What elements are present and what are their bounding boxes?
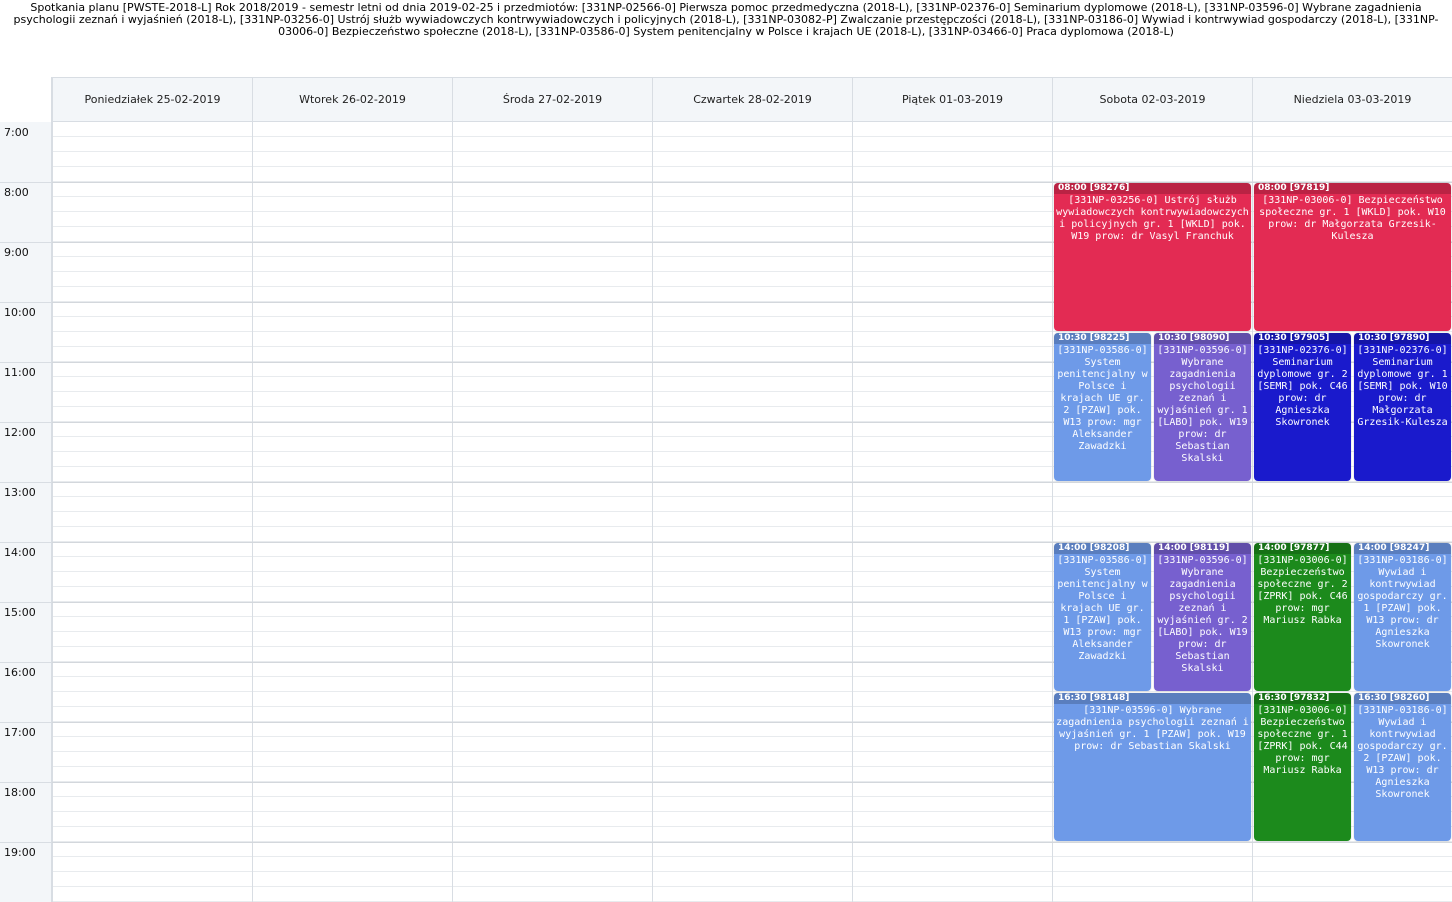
hour-divider [0, 842, 52, 843]
event-block[interactable]: 16:30 [98148] [331NP-03596-0] Wybrane zag… [1054, 693, 1251, 841]
day-header: Piątek 01-03-2019 [852, 77, 1052, 122]
calendar-corner [0, 77, 52, 122]
event-header: 14:00 [98247] [1354, 543, 1451, 554]
hour-divider [0, 782, 52, 783]
event-header: 16:30 [98148] [1054, 693, 1251, 704]
calendar-grid: 7:00 8:00 9:00 10:00 11:00 12:00 13:00 14:00 15:… [0, 122, 1452, 902]
day-header: Sobota 02-03-2019 [1052, 77, 1252, 122]
day-column[interactable] [852, 122, 1052, 902]
event-block[interactable]: 10:30 [98090] [331NP-03596-0] Wybrane zag… [1154, 333, 1251, 481]
day-column[interactable] [52, 122, 252, 902]
hour-divider [0, 602, 52, 603]
event-block[interactable]: 16:30 [97832] [331NP-03006-0] Bezpieczeńs… [1254, 693, 1351, 841]
day-header: Wtorek 26-02-2019 [252, 77, 452, 122]
event-block[interactable]: 10:30 [98225] [331NP-03586-0] System peni… [1054, 333, 1151, 481]
event-header: 14:00 [98208] [1054, 543, 1151, 554]
hour-gridline [52, 482, 1452, 483]
hour-divider [0, 302, 52, 303]
event-description: [331NP-03006-0] Bezpieczeństwo społeczne… [1259, 195, 1446, 242]
event-header: 14:00 [97877] [1254, 543, 1351, 554]
hour-label: 12:00 [4, 426, 36, 439]
event-block[interactable]: 14:00 [98119] [331NP-03596-0] Wybrane zag… [1154, 543, 1251, 691]
hour-divider [0, 362, 52, 363]
day-column[interactable] [252, 122, 452, 902]
hour-label: 16:00 [4, 666, 36, 679]
event-header: 16:30 [97832] [1254, 693, 1351, 704]
day-header: Środa 27-02-2019 [452, 77, 652, 122]
hour-label: 10:00 [4, 306, 36, 319]
day-header: Niedziela 03-03-2019 [1252, 77, 1452, 122]
event-description: [331NP-03596-0] Wybrane zagadnienia psyc… [1157, 555, 1248, 674]
day-header: Poniedziałek 25-02-2019 [52, 77, 252, 122]
hour-divider [0, 482, 52, 483]
schedule-title: Spotkania planu [PWSTE-2018-L] Rok 2018/… [13, 1, 1439, 38]
hour-label: 19:00 [4, 846, 36, 859]
event-block[interactable]: 10:30 [97905] [331NP-02376-0] Seminarium … [1254, 333, 1351, 481]
event-description: [331NP-03006-0] Bezpieczeństwo społeczne… [1257, 705, 1348, 776]
event-block[interactable]: 08:00 [97819] [331NP-03006-0] Bezpieczeńs… [1254, 183, 1451, 331]
event-description: [331NP-03596-0] Wybrane zagadnienia psyc… [1157, 345, 1248, 464]
event-block[interactable]: 14:00 [98208] [331NP-03586-0] System peni… [1054, 543, 1151, 691]
event-block[interactable]: 14:00 [97877] [331NP-03006-0] Bezpieczeńs… [1254, 543, 1351, 691]
event-description: [331NP-02376-0] Seminarium dyplomowe gr.… [1357, 345, 1448, 428]
event-description: [331NP-02376-0] Seminarium dyplomowe gr.… [1257, 345, 1348, 428]
hour-label: 9:00 [4, 246, 29, 259]
event-block[interactable]: 16:30 [98260] [331NP-03186-0] Wywiad i ko… [1354, 693, 1451, 841]
event-block[interactable]: 14:00 [98247] [331NP-03186-0] Wywiad i ko… [1354, 543, 1451, 691]
page-header: Spotkania planu [PWSTE-2018-L] Rok 2018/… [0, 0, 1452, 44]
day-column[interactable] [652, 122, 852, 902]
event-block[interactable]: 08:00 [98276] [331NP-03256-0] Ustrój służ… [1054, 183, 1251, 331]
time-column: 7:00 8:00 9:00 10:00 11:00 12:00 13:00 14:00 15:… [0, 122, 52, 902]
hour-divider [0, 182, 52, 183]
hour-label: 7:00 [4, 126, 29, 139]
event-description: [331NP-03596-0] Wybrane zagadnienia psyc… [1056, 705, 1249, 752]
event-block[interactable]: 10:30 [97890] [331NP-02376-0] Seminarium … [1354, 333, 1451, 481]
event-header: 14:00 [98119] [1154, 543, 1251, 554]
event-header: 16:30 [98260] [1354, 693, 1451, 704]
event-header: 08:00 [97819] [1254, 183, 1451, 194]
hour-divider [0, 662, 52, 663]
hour-label: 11:00 [4, 366, 36, 379]
hour-label: 17:00 [4, 726, 36, 739]
hour-label: 8:00 [4, 186, 29, 199]
hour-label: 18:00 [4, 786, 36, 799]
event-header: 10:30 [98225] [1054, 333, 1151, 344]
event-description: [331NP-03586-0] System penitencjalny w P… [1057, 555, 1148, 662]
hour-divider [0, 722, 52, 723]
hour-label: 15:00 [4, 606, 36, 619]
event-description: [331NP-03006-0] Bezpieczeństwo społeczne… [1257, 555, 1348, 626]
event-description: [331NP-03186-0] Wywiad i kontrwywiad gos… [1357, 705, 1448, 800]
event-header: 08:00 [98276] [1054, 183, 1251, 194]
event-description: [331NP-03256-0] Ustrój służb wywiadowczy… [1056, 195, 1249, 242]
event-header: 10:30 [97890] [1354, 333, 1451, 344]
event-header: 10:30 [98090] [1154, 333, 1251, 344]
hour-divider [0, 242, 52, 243]
hour-gridline [52, 842, 1452, 843]
day-header: Czwartek 28-02-2019 [652, 77, 852, 122]
hour-label: 14:00 [4, 546, 36, 559]
hour-divider [0, 422, 52, 423]
event-header: 10:30 [97905] [1254, 333, 1351, 344]
day-column[interactable] [452, 122, 652, 902]
event-description: [331NP-03586-0] System penitencjalny w P… [1057, 345, 1148, 452]
event-description: [331NP-03186-0] Wywiad i kontrwywiad gos… [1357, 555, 1448, 650]
hour-label: 13:00 [4, 486, 36, 499]
hour-divider [0, 542, 52, 543]
